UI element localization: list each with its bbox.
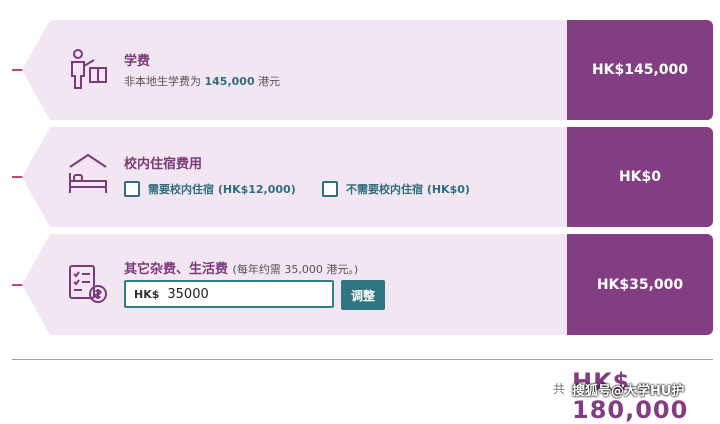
living-amount: HK$35,000	[567, 234, 713, 335]
housing-amount: HK$0	[567, 127, 713, 227]
checkbox[interactable]	[124, 181, 140, 197]
living-amount-value[interactable]: 35000	[167, 287, 208, 302]
living-row: 其它杂费、生活费 (每年约需 35,000 港元。) HK$ 35000 调整 …	[0, 234, 720, 335]
tuition-subtitle-amount: 145,000	[204, 75, 255, 88]
checkbox[interactable]	[322, 181, 338, 197]
tuition-amount: HK$145,000	[567, 20, 713, 120]
total-label: 共	[553, 382, 566, 396]
divider	[12, 359, 713, 360]
checklist-money-icon	[66, 262, 110, 306]
housing-option-yes-label: 需要校内住宿 (HK$12,000)	[148, 183, 296, 196]
housing-row: 校内住宿费用 需要校内住宿 (HK$12,000) 不需要校内住宿 (HK$0)…	[0, 127, 720, 227]
tuition-subtitle: 非本地生学费为 145,000 港元	[124, 73, 280, 89]
living-amount-input[interactable]: HK$ 35000	[124, 280, 334, 308]
living-title-note: (每年约需 35,000 港元。)	[232, 263, 359, 276]
tuition-row: 学费 非本地生学费为 145,000 港元 HK$145,000	[0, 20, 720, 120]
currency-prefix: HK$	[134, 287, 160, 301]
living-title: 其它杂费、生活费 (每年约需 35,000 港元。)	[124, 258, 358, 277]
bed-house-icon	[66, 153, 110, 197]
housing-title: 校内住宿费用	[124, 157, 203, 172]
watermark: 搜狐号@大学HU护	[572, 384, 685, 399]
tuition-subtitle-suffix: 港元	[254, 75, 281, 88]
housing-option-yes[interactable]: 需要校内住宿 (HK$12,000)	[124, 181, 296, 197]
teacher-board-icon	[66, 48, 110, 92]
adjust-button[interactable]: 调整	[341, 280, 385, 310]
living-title-text: 其它杂费、生活费	[124, 262, 229, 277]
housing-option-no[interactable]: 不需要校内住宿 (HK$0)	[322, 181, 470, 197]
housing-option-no-label: 不需要校内住宿 (HK$0)	[346, 183, 470, 196]
tuition-subtitle-prefix: 非本地生学费为	[124, 75, 205, 88]
tuition-title: 学费	[124, 54, 151, 69]
